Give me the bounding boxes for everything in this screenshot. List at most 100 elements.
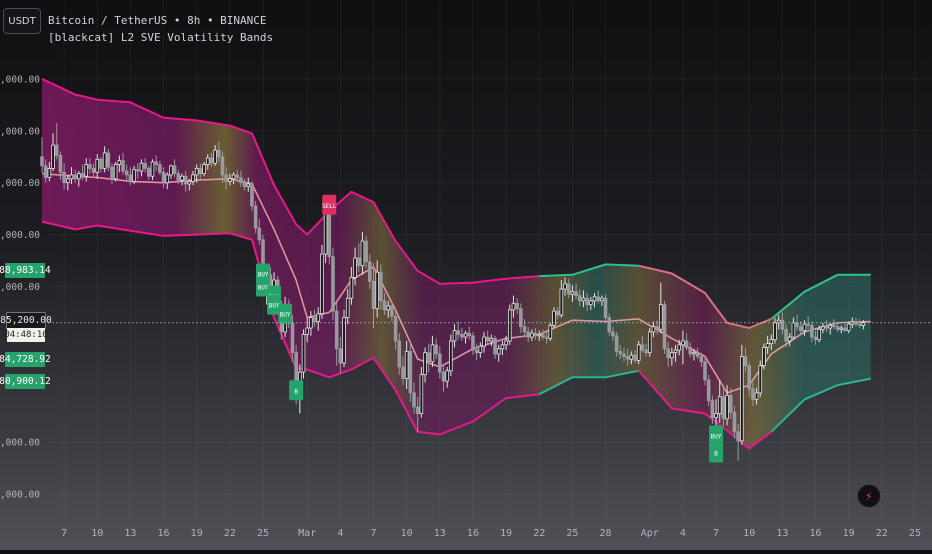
candle-body bbox=[213, 149, 217, 164]
candle-body bbox=[725, 395, 729, 420]
candle-body bbox=[681, 340, 685, 346]
candle-body bbox=[467, 332, 472, 337]
candle-body bbox=[500, 344, 505, 350]
candle-body bbox=[305, 327, 309, 335]
candle-body bbox=[769, 339, 774, 344]
candle-body bbox=[51, 144, 55, 169]
candle-body bbox=[736, 431, 740, 442]
candle-body bbox=[124, 170, 129, 176]
x-tick-label: 4 bbox=[337, 528, 343, 539]
current-price-tag: 85,200.00 bbox=[0, 312, 52, 329]
candle-body bbox=[824, 326, 829, 329]
x-tick-label: 22 bbox=[533, 528, 545, 539]
x-tick-label: 10 bbox=[401, 528, 413, 539]
candle-body bbox=[128, 174, 133, 182]
x-tick-label: 13 bbox=[124, 528, 136, 539]
symbol-title[interactable]: Bitcoin / TetherUS • 8h • BINANCE bbox=[48, 12, 273, 29]
candle-body bbox=[231, 174, 236, 180]
x-axis: 7 10 13 16 19 22 25 Mar 4 7 10 13 16 19 22 25 28 Apr 4 7 10 1… bbox=[61, 528, 921, 539]
candle-body bbox=[364, 240, 368, 263]
candle-body bbox=[651, 326, 656, 333]
candle-body bbox=[216, 149, 221, 158]
x-tick-label: 25 bbox=[566, 528, 578, 539]
candle-body bbox=[493, 337, 497, 355]
candle-body bbox=[496, 348, 501, 355]
candle-body bbox=[600, 297, 604, 302]
x-tick-label: 7 bbox=[370, 528, 376, 539]
currency-button[interactable]: USDT bbox=[3, 8, 41, 34]
candle-body bbox=[666, 348, 670, 359]
candle-body bbox=[747, 365, 751, 390]
candle-body bbox=[117, 160, 122, 165]
candle-body bbox=[165, 174, 170, 184]
candle-body bbox=[471, 335, 475, 351]
candle-body bbox=[614, 335, 619, 352]
candle-body bbox=[209, 157, 214, 164]
candle-body bbox=[758, 365, 763, 394]
candle-body bbox=[795, 322, 799, 328]
candle-body bbox=[77, 173, 81, 180]
x-tick-label: 19 bbox=[191, 528, 203, 539]
candle-body bbox=[176, 173, 181, 181]
lightning-icon[interactable]: ⚡ bbox=[857, 484, 881, 508]
candle-body bbox=[331, 256, 335, 312]
candle-body bbox=[839, 327, 844, 330]
candle-body bbox=[592, 296, 597, 302]
candle-body bbox=[338, 348, 343, 364]
candle-body bbox=[537, 334, 542, 337]
x-tick-label: 19 bbox=[500, 528, 512, 539]
candle-body bbox=[139, 162, 144, 172]
candle-body bbox=[857, 323, 862, 326]
candle-body bbox=[253, 205, 258, 229]
candle-body bbox=[622, 353, 626, 357]
candle-body bbox=[220, 156, 225, 176]
candle-body bbox=[235, 174, 240, 178]
y-tick-label: 72,000.00 bbox=[0, 490, 40, 501]
candle-body bbox=[371, 280, 376, 309]
candle-body bbox=[548, 325, 553, 339]
candle-body bbox=[773, 322, 777, 341]
candle-body bbox=[54, 144, 59, 156]
candle-body bbox=[91, 168, 96, 173]
candle-body bbox=[559, 288, 564, 316]
x-tick-label: 19 bbox=[843, 528, 855, 539]
x-tick-label: Mar bbox=[298, 528, 316, 539]
candle-body bbox=[721, 396, 726, 420]
candle-body bbox=[84, 164, 89, 177]
candle-body bbox=[743, 356, 748, 367]
candle-body bbox=[810, 325, 814, 338]
candle-body bbox=[154, 161, 158, 165]
x-tick-label: 22 bbox=[224, 528, 236, 539]
candle-body bbox=[843, 327, 847, 331]
candle-body bbox=[589, 300, 593, 306]
x-tick-label: 10 bbox=[91, 528, 103, 539]
candle-body bbox=[419, 374, 424, 415]
chart-area[interactable]: BUYBUYBUYBUYBUYBSELLBUYB 104,000.00100,0… bbox=[0, 0, 932, 550]
candle-body bbox=[526, 331, 530, 338]
candle-body bbox=[636, 344, 641, 361]
candle-body bbox=[670, 352, 674, 359]
mid-band-price-tag: 84,728.92 bbox=[0, 352, 51, 367]
candle-body bbox=[482, 336, 486, 347]
candle-body bbox=[342, 317, 346, 364]
candle-body bbox=[677, 344, 682, 351]
candle-body bbox=[456, 330, 461, 335]
candle-body bbox=[485, 336, 490, 342]
price-chart[interactable]: BUYBUYBUYBUYBUYBSELLBUYB 104,000.00100,0… bbox=[0, 0, 932, 550]
candle-body bbox=[246, 183, 251, 187]
candle-body bbox=[80, 173, 85, 177]
y-tick-label: 96,000.00 bbox=[0, 178, 40, 189]
indicator-title[interactable]: [blackcat] L2 SVE Volatility Bands bbox=[48, 29, 273, 46]
candle-body bbox=[754, 392, 759, 400]
candle-body bbox=[353, 257, 357, 278]
candle-body bbox=[765, 343, 770, 348]
candle-body bbox=[191, 174, 195, 182]
candle-body bbox=[655, 326, 659, 330]
candle-body bbox=[135, 169, 140, 172]
candle-body bbox=[574, 291, 578, 296]
x-tick-label: 16 bbox=[467, 528, 479, 539]
candle-body bbox=[692, 352, 696, 355]
candle-body bbox=[784, 328, 788, 342]
candle-body bbox=[110, 166, 114, 180]
candle-body bbox=[533, 332, 538, 337]
